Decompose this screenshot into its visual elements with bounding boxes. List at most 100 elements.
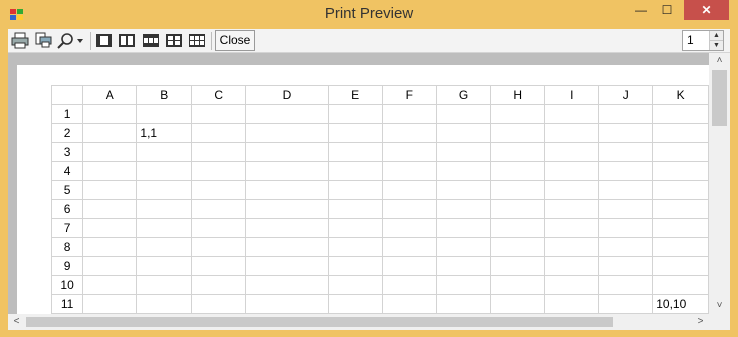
vertical-scroll-thumb[interactable]	[712, 70, 727, 126]
three-pages-icon[interactable]	[142, 32, 160, 49]
spin-up-icon[interactable]: ▲	[709, 31, 723, 40]
grid-cell	[598, 199, 654, 219]
grid-cell	[327, 180, 383, 200]
grid-cell	[435, 199, 492, 219]
table-row: 11 10,10	[50, 294, 709, 314]
grid-cell	[490, 104, 546, 124]
grid-cell	[435, 294, 492, 314]
grid-cell	[327, 199, 383, 219]
grid-cell	[598, 123, 654, 143]
grid-cell	[136, 237, 193, 257]
grid-cell	[544, 237, 600, 257]
grid-cell	[544, 180, 600, 200]
column-header: J	[598, 85, 654, 105]
grid-cell	[245, 142, 329, 162]
column-header: D	[245, 85, 329, 105]
grid-cell	[327, 161, 383, 181]
grid-cell	[327, 256, 383, 276]
table-row: 10	[50, 275, 709, 295]
grid-cell	[652, 256, 709, 276]
grid-cell	[652, 123, 709, 143]
column-header: B	[136, 85, 193, 105]
grid-cell	[191, 275, 247, 295]
grid-cell	[652, 199, 709, 219]
grid-cell	[136, 104, 193, 124]
grid-cell	[652, 104, 709, 124]
column-header: G	[435, 85, 492, 105]
two-pages-icon[interactable]	[118, 32, 136, 49]
grid-cell	[652, 180, 709, 200]
grid-cell	[327, 104, 383, 124]
grid-cell	[381, 199, 437, 219]
grid-cell	[652, 142, 709, 162]
grid-cell	[490, 161, 546, 181]
minimize-button[interactable]: —	[628, 0, 654, 20]
grid-cell	[598, 180, 654, 200]
grid-cell	[245, 294, 329, 314]
printer-icon[interactable]	[11, 32, 29, 49]
table-row: 8	[50, 237, 709, 257]
grid-cell	[435, 142, 492, 162]
grid-cell	[191, 104, 247, 124]
table-row: 5	[50, 180, 709, 200]
row-header: 5	[50, 180, 84, 200]
grid-cell	[327, 275, 383, 295]
grid-cell	[245, 218, 329, 238]
table-row: 4	[50, 161, 709, 181]
maximize-button[interactable]: ☐	[654, 0, 680, 20]
close-window-button[interactable]: ✕	[684, 0, 729, 20]
vertical-scrollbar[interactable]: ˄ ˅	[709, 53, 730, 314]
title-bar[interactable]: Print Preview — ☐ ✕	[0, 0, 738, 28]
print-setup-icon[interactable]	[34, 32, 52, 49]
grid-cell	[191, 180, 247, 200]
horizontal-scrollbar[interactable]: < >	[8, 314, 709, 330]
close-button[interactable]: Close	[215, 30, 255, 51]
row-header: 2	[50, 123, 84, 143]
grid-cell	[327, 237, 383, 257]
scroll-down-icon[interactable]: ˅	[709, 298, 730, 314]
grid-cell	[544, 294, 600, 314]
grid-cell: 10,10	[652, 294, 709, 314]
toolbar-separator	[90, 32, 91, 50]
grid-cell	[381, 123, 437, 143]
four-pages-icon[interactable]	[165, 32, 183, 49]
zoom-icon[interactable]	[57, 32, 75, 49]
grid-cell	[435, 218, 492, 238]
zoom-dropdown-icon[interactable]	[75, 32, 85, 49]
column-header: H	[490, 85, 546, 105]
grid-cell	[652, 161, 709, 181]
scroll-right-icon[interactable]: >	[692, 314, 709, 330]
page-number-value[interactable]: 1	[687, 33, 694, 47]
grid-cell	[327, 123, 383, 143]
horizontal-scroll-thumb[interactable]	[26, 317, 613, 327]
row-header: 8	[50, 237, 84, 257]
grid-cell	[598, 161, 654, 181]
grid-cell	[435, 256, 492, 276]
grid-cell	[652, 275, 709, 295]
row-header: 10	[50, 275, 84, 295]
page-number-spinner[interactable]: 1 ▲ ▼	[682, 30, 724, 51]
grid-cell	[598, 218, 654, 238]
column-header	[50, 85, 84, 105]
grid-cell	[435, 104, 492, 124]
print-preview-window: Print Preview — ☐ ✕ Close 1 ▲ ▼ A B C D …	[0, 0, 738, 337]
grid-cell	[544, 256, 600, 276]
six-pages-icon[interactable]	[188, 32, 206, 49]
grid-cell	[191, 256, 247, 276]
grid-cell	[191, 199, 247, 219]
scroll-up-icon[interactable]: ˄	[709, 53, 730, 69]
grid-cell	[381, 294, 437, 314]
grid-cell	[136, 218, 193, 238]
grid-cell	[136, 275, 193, 295]
toolbar: Close 1 ▲ ▼	[8, 29, 730, 53]
grid-cell	[82, 294, 138, 314]
spin-down-icon[interactable]: ▼	[709, 40, 723, 50]
grid-cell: 1,1	[136, 123, 193, 143]
grid-cell	[82, 180, 138, 200]
grid-cell	[136, 294, 193, 314]
one-page-icon[interactable]	[95, 32, 113, 49]
scroll-left-icon[interactable]: <	[8, 314, 25, 330]
row-header: 7	[50, 218, 84, 238]
column-header: C	[191, 85, 247, 105]
table-row: 9	[50, 256, 709, 276]
